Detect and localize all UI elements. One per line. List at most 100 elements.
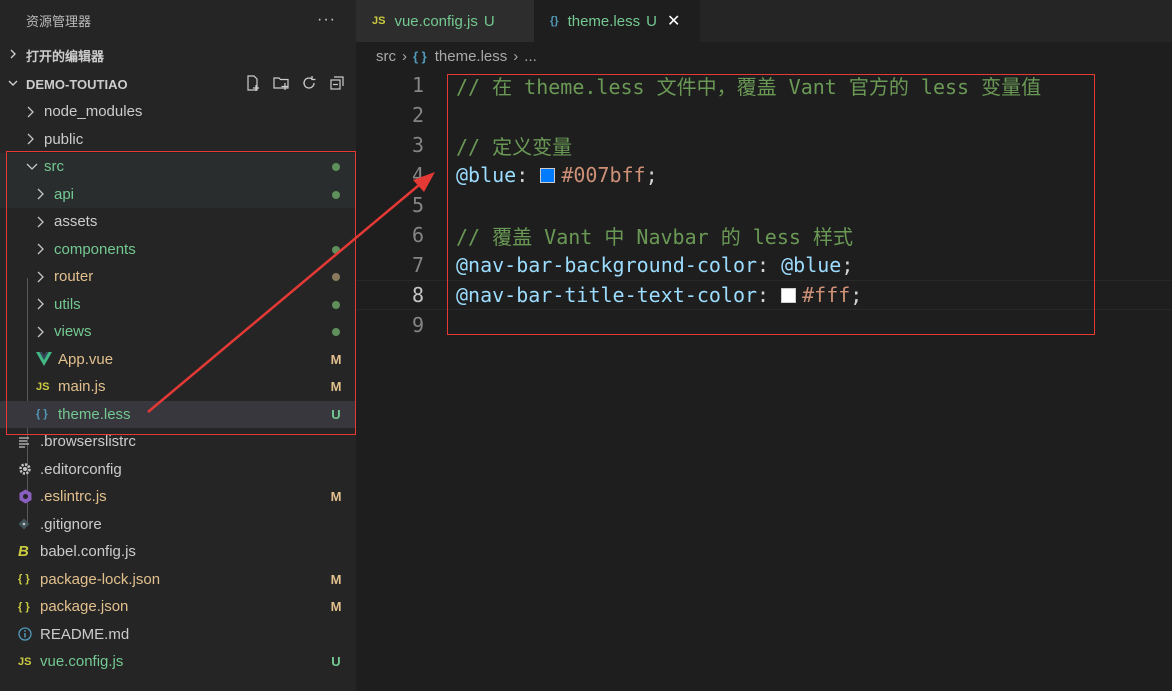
babel-icon: B <box>18 543 29 561</box>
tree-file-gitignore[interactable]: .gitignore <box>0 511 356 539</box>
tree-item-label: public <box>44 130 84 148</box>
color-swatch-blue[interactable] <box>540 168 556 183</box>
code-line-current: 8 @nav-bar-title-text-color: #fff; <box>356 280 1172 310</box>
refresh-icon[interactable] <box>300 74 318 92</box>
code-declaration: @nav-bar-background-color: @blue; <box>456 253 853 277</box>
collapse-all-icon[interactable] <box>328 74 346 92</box>
tree-folder-api[interactable]: api <box>0 180 356 208</box>
tree-folder-router[interactable]: router <box>0 263 356 291</box>
new-file-icon[interactable] <box>244 74 262 92</box>
tree-file-editorconfig[interactable]: .editorconfig <box>0 456 356 484</box>
tree-folder-utils[interactable]: utils <box>0 291 356 319</box>
vue-icon <box>36 352 58 367</box>
tree-folder-public[interactable]: public <box>0 126 356 154</box>
tree-item-label: vue.config.js <box>40 653 124 671</box>
chevron-right-icon: › <box>402 47 407 65</box>
tree-item-label: .eslintrc.js <box>40 488 107 506</box>
file-tree: node_modules public src api assets compo… <box>0 98 356 676</box>
chevron-right-icon <box>36 326 54 338</box>
tree-file-package-json[interactable]: { } package.json M <box>0 593 356 621</box>
code-comment: // 覆盖 Vant 中 Navbar 的 less 样式 <box>456 224 853 249</box>
tree-folder-assets[interactable]: assets <box>0 208 356 236</box>
tree-item-label: theme.less <box>58 405 131 423</box>
tree-file-app-vue[interactable]: App.vue M <box>0 346 356 374</box>
code-line: 1 // 在 theme.less 文件中，覆盖 Vant 官方的 less 变… <box>356 70 1172 100</box>
tree-file-babel-config[interactable]: B babel.config.js <box>0 538 356 566</box>
status-dot <box>316 242 356 257</box>
open-editors-label: 打开的编辑器 <box>26 48 105 64</box>
new-folder-icon[interactable] <box>272 74 290 92</box>
code-editor[interactable]: 1 // 在 theme.less 文件中，覆盖 Vant 官方的 less 变… <box>356 70 1172 340</box>
chevron-right-icon <box>26 106 44 118</box>
tree-item-label: api <box>54 185 75 203</box>
line-number: 3 <box>411 133 424 157</box>
tree-item-label: babel.config.js <box>40 543 136 561</box>
tree-folder-src[interactable]: src <box>0 153 356 181</box>
line-number: 8 <box>411 283 424 307</box>
code-colon: : <box>757 283 782 307</box>
status-dot <box>316 187 356 202</box>
tree-file-readme[interactable]: README.md <box>0 621 356 649</box>
tree-file-browserslistrc[interactable]: .browserslistrc <box>0 428 356 456</box>
explorer-header: 资源管理器 ··· <box>0 0 356 40</box>
tab-bar: JS vue.config.js U {} theme.less U ✕ <box>356 0 1172 42</box>
tree-item-label: package.json <box>40 598 129 616</box>
code-semicolon: ; <box>841 253 854 277</box>
js-icon: JS <box>18 655 32 668</box>
line-number: 2 <box>411 103 424 127</box>
status-dot <box>316 324 356 339</box>
tree-item-label: components <box>54 240 136 258</box>
less-variable: @blue <box>456 163 517 187</box>
chevron-down-icon <box>26 162 44 172</box>
git-badge: M <box>330 489 342 505</box>
tree-file-theme-less[interactable]: { } theme.less U <box>0 400 356 428</box>
tree-file-vue-config[interactable]: JS vue.config.js U <box>0 648 356 676</box>
breadcrumb-file[interactable]: theme.less <box>435 48 508 65</box>
code-line: 4 @blue: #007bff; <box>356 160 1172 190</box>
breadcrumb-folder[interactable]: src <box>376 48 396 65</box>
line-number: 4 <box>411 163 424 187</box>
tree-file-main-js[interactable]: JS main.js M <box>0 373 356 401</box>
code-semicolon: ; <box>850 283 863 307</box>
less-braces-icon: {} <box>550 15 559 27</box>
tree-item-label: views <box>54 323 92 341</box>
js-icon: JS <box>36 380 50 393</box>
code-line: 3 // 定义变量 <box>356 130 1172 160</box>
code-colon: : <box>757 253 782 277</box>
close-icon[interactable]: ✕ <box>667 11 680 31</box>
less-braces-icon: { } <box>413 48 427 64</box>
tree-item-label: main.js <box>58 378 106 396</box>
code-declaration: @nav-bar-title-text-color: #fff; <box>456 283 862 307</box>
line-number: 7 <box>411 253 424 277</box>
color-value: #fff <box>802 283 851 307</box>
less-braces-icon: { } <box>36 408 48 421</box>
git-icon <box>18 518 40 530</box>
code-line: 7 @nav-bar-background-color: @blue; <box>356 250 1172 280</box>
tree-folder-views[interactable]: views <box>0 318 356 346</box>
tree-file-eslintrc[interactable]: .eslintrc.js M <box>0 483 356 511</box>
tab-vue-config[interactable]: JS vue.config.js U <box>356 0 534 42</box>
git-badge: M <box>330 599 342 615</box>
project-actions <box>244 74 346 92</box>
chevron-right-icon <box>36 243 54 255</box>
project-section[interactable]: DEMO-TOUTIAO <box>0 70 356 98</box>
tab-label: theme.less <box>567 12 641 30</box>
tree-folder-components[interactable]: components <box>0 236 356 264</box>
open-editors-section[interactable]: 打开的编辑器 <box>0 40 356 70</box>
project-name: DEMO-TOUTIAO <box>26 76 128 92</box>
tab-theme-less[interactable]: {} theme.less U ✕ <box>534 0 700 42</box>
tree-item-label: .browserslistrc <box>40 433 136 451</box>
less-variable: @nav-bar-title-text-color <box>456 283 758 307</box>
tab-git-mark: U <box>483 12 495 30</box>
lines-icon <box>18 436 40 448</box>
color-swatch-white[interactable] <box>781 288 797 303</box>
tree-item-label: router <box>54 268 94 286</box>
less-variable-ref: @blue <box>781 253 842 277</box>
more-actions-icon[interactable]: ··· <box>317 11 336 29</box>
chevron-right-icon: › <box>513 47 519 65</box>
breadcrumb: src › { } theme.less › ... <box>356 42 1172 70</box>
tree-folder-node-modules[interactable]: node_modules <box>0 98 356 126</box>
breadcrumb-more[interactable]: ... <box>524 48 537 65</box>
status-dot <box>316 159 356 174</box>
tree-file-package-lock[interactable]: { } package-lock.json M <box>0 566 356 594</box>
